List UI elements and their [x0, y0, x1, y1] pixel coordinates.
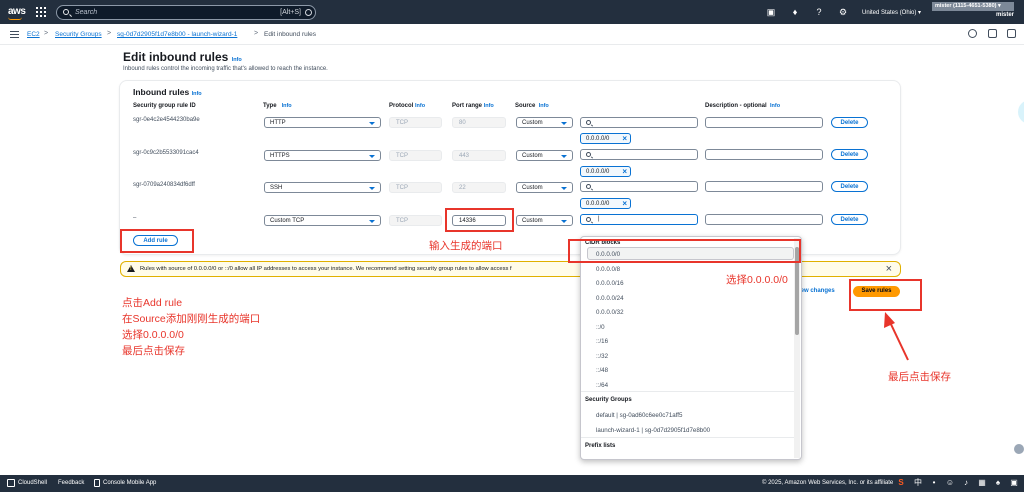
feedback-link[interactable]: Feedback [58, 480, 84, 486]
mobile-app-link[interactable]: Console Mobile App [103, 480, 156, 486]
keyboard-icon[interactable]: ▦ [977, 478, 987, 488]
ime-mode-icon[interactable]: 中 [913, 478, 923, 488]
punctuation-icon[interactable]: • [929, 478, 939, 488]
mobile-icon[interactable] [94, 479, 100, 487]
arrow-shaft [888, 319, 909, 361]
arrow-head [884, 312, 895, 328]
emoji-icon[interactable]: ☺ [945, 478, 955, 488]
cloudshell-link[interactable]: CloudShell [18, 480, 47, 486]
footer-bar: CloudShell Feedback Console Mobile App ©… [0, 475, 1024, 492]
tools-icon[interactable]: ▣ [1009, 478, 1019, 488]
cloudshell-footer-icon[interactable] [7, 479, 15, 487]
copyright: © 2025, Amazon Web Services, Inc. or its… [762, 480, 894, 486]
microphone-icon[interactable]: ♪ [961, 478, 971, 488]
chat-icon[interactable] [1014, 444, 1024, 454]
clothing-icon[interactable]: ♠ [993, 478, 1003, 488]
annotation-arrow [884, 312, 909, 361]
ime-s-icon[interactable]: S [896, 478, 906, 488]
